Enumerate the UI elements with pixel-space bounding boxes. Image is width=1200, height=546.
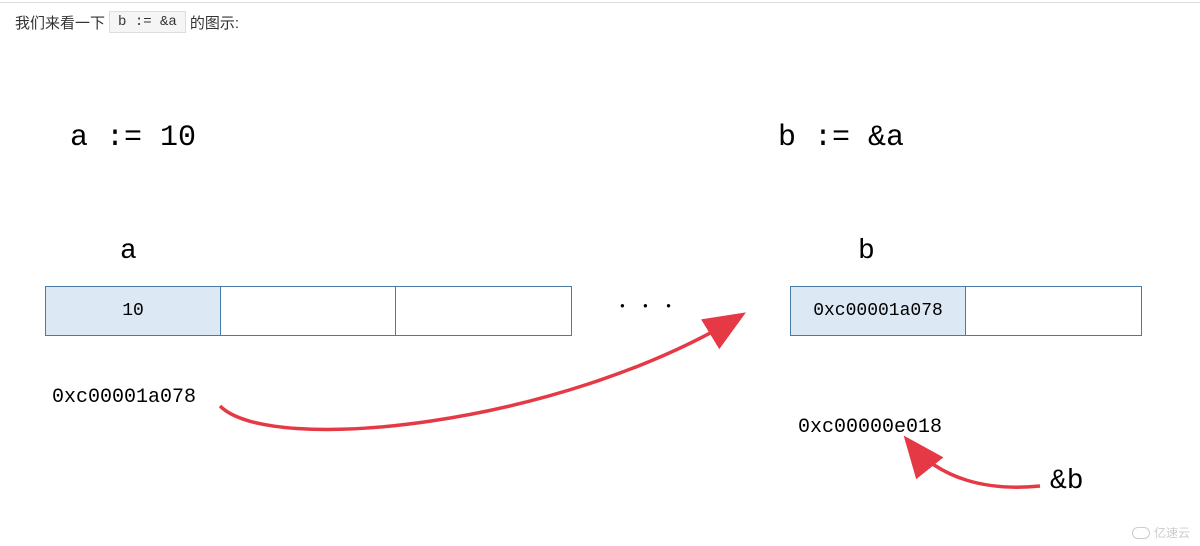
intro-text: 我们来看一下 b := &a 的图示: <box>0 3 1200 41</box>
diagram-area: a := 10 b := &a a b 10 ● ● ● 0xc00001a07… <box>40 61 1160 511</box>
intro-code: b := &a <box>109 11 186 33</box>
memory-cell-empty <box>221 287 396 335</box>
right-var-label: b <box>858 236 875 267</box>
right-code-decl: b := &a <box>778 121 904 155</box>
right-memory-row: 0xc00001a078 <box>790 286 1142 336</box>
left-address: 0xc00001a078 <box>52 386 196 409</box>
right-address: 0xc00000e018 <box>798 416 942 439</box>
memory-cell-b: 0xc00001a078 <box>791 287 966 335</box>
memory-cell-empty-b <box>966 287 1141 335</box>
watermark-text: 亿速云 <box>1154 524 1190 541</box>
left-var-label: a <box>120 236 137 267</box>
watermark-icon <box>1132 527 1150 539</box>
memory-cell-a: 10 <box>46 287 221 335</box>
left-memory-row: 10 <box>45 286 572 336</box>
ref-b-label: &b <box>1050 466 1084 497</box>
ellipsis-dots: ● ● ● <box>620 301 679 310</box>
left-code-decl: a := 10 <box>70 121 196 155</box>
intro-before: 我们来看一下 <box>15 12 105 33</box>
intro-after: 的图示: <box>190 12 239 33</box>
memory-cell-empty <box>396 287 571 335</box>
watermark: 亿速云 <box>1132 524 1190 541</box>
